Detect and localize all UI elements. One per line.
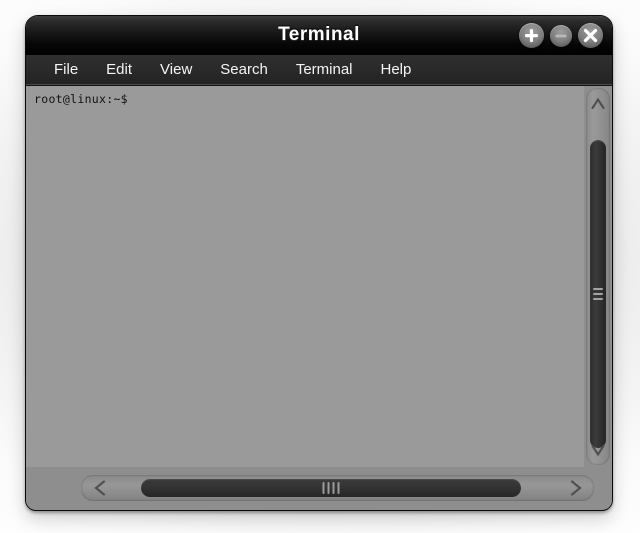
horizontal-scroll-thumb[interactable] <box>141 479 521 497</box>
terminal-output-area[interactable]: root@linux:~$ <box>26 86 584 467</box>
menu-item-terminal[interactable]: Terminal <box>282 59 367 81</box>
terminal-window: Terminal File Edit View Search Terminal … <box>25 15 613 511</box>
close-button[interactable] <box>578 23 603 48</box>
close-icon <box>583 28 598 43</box>
minus-icon <box>555 34 567 37</box>
horizontal-scroll-grip <box>322 482 340 494</box>
chevron-up-icon <box>591 97 605 109</box>
menu-item-search[interactable]: Search <box>206 59 282 81</box>
window-titlebar[interactable]: Terminal <box>26 16 612 55</box>
chevron-left-icon <box>93 480 105 496</box>
menu-item-edit[interactable]: Edit <box>92 59 146 81</box>
maximize-button[interactable] <box>519 23 544 48</box>
horizontal-scrollbar[interactable] <box>81 475 594 501</box>
plus-icon <box>525 29 538 43</box>
vertical-scrollbar[interactable] <box>586 88 610 465</box>
scroll-down-button[interactable] <box>586 437 610 463</box>
chevron-right-icon <box>570 480 582 496</box>
menubar: File Edit View Search Terminal Help <box>26 55 612 85</box>
window-controls <box>519 23 603 48</box>
scroll-right-button[interactable] <box>558 475 592 501</box>
vertical-scroll-grip <box>593 288 603 300</box>
vertical-scroll-track[interactable] <box>590 118 606 448</box>
horizontal-scroll-track[interactable] <box>117 479 558 497</box>
menu-item-file[interactable]: File <box>40 59 92 81</box>
scroll-left-button[interactable] <box>83 475 117 501</box>
chevron-down-icon <box>591 444 605 456</box>
menu-item-help[interactable]: Help <box>367 59 426 81</box>
vertical-scroll-thumb[interactable] <box>590 140 606 448</box>
terminal-prompt-line: root@linux:~$ <box>34 92 128 106</box>
menu-item-view[interactable]: View <box>146 59 206 81</box>
window-body: root@linux:~$ <box>26 85 612 509</box>
minimize-button[interactable] <box>550 24 572 47</box>
scroll-up-button[interactable] <box>586 90 610 116</box>
